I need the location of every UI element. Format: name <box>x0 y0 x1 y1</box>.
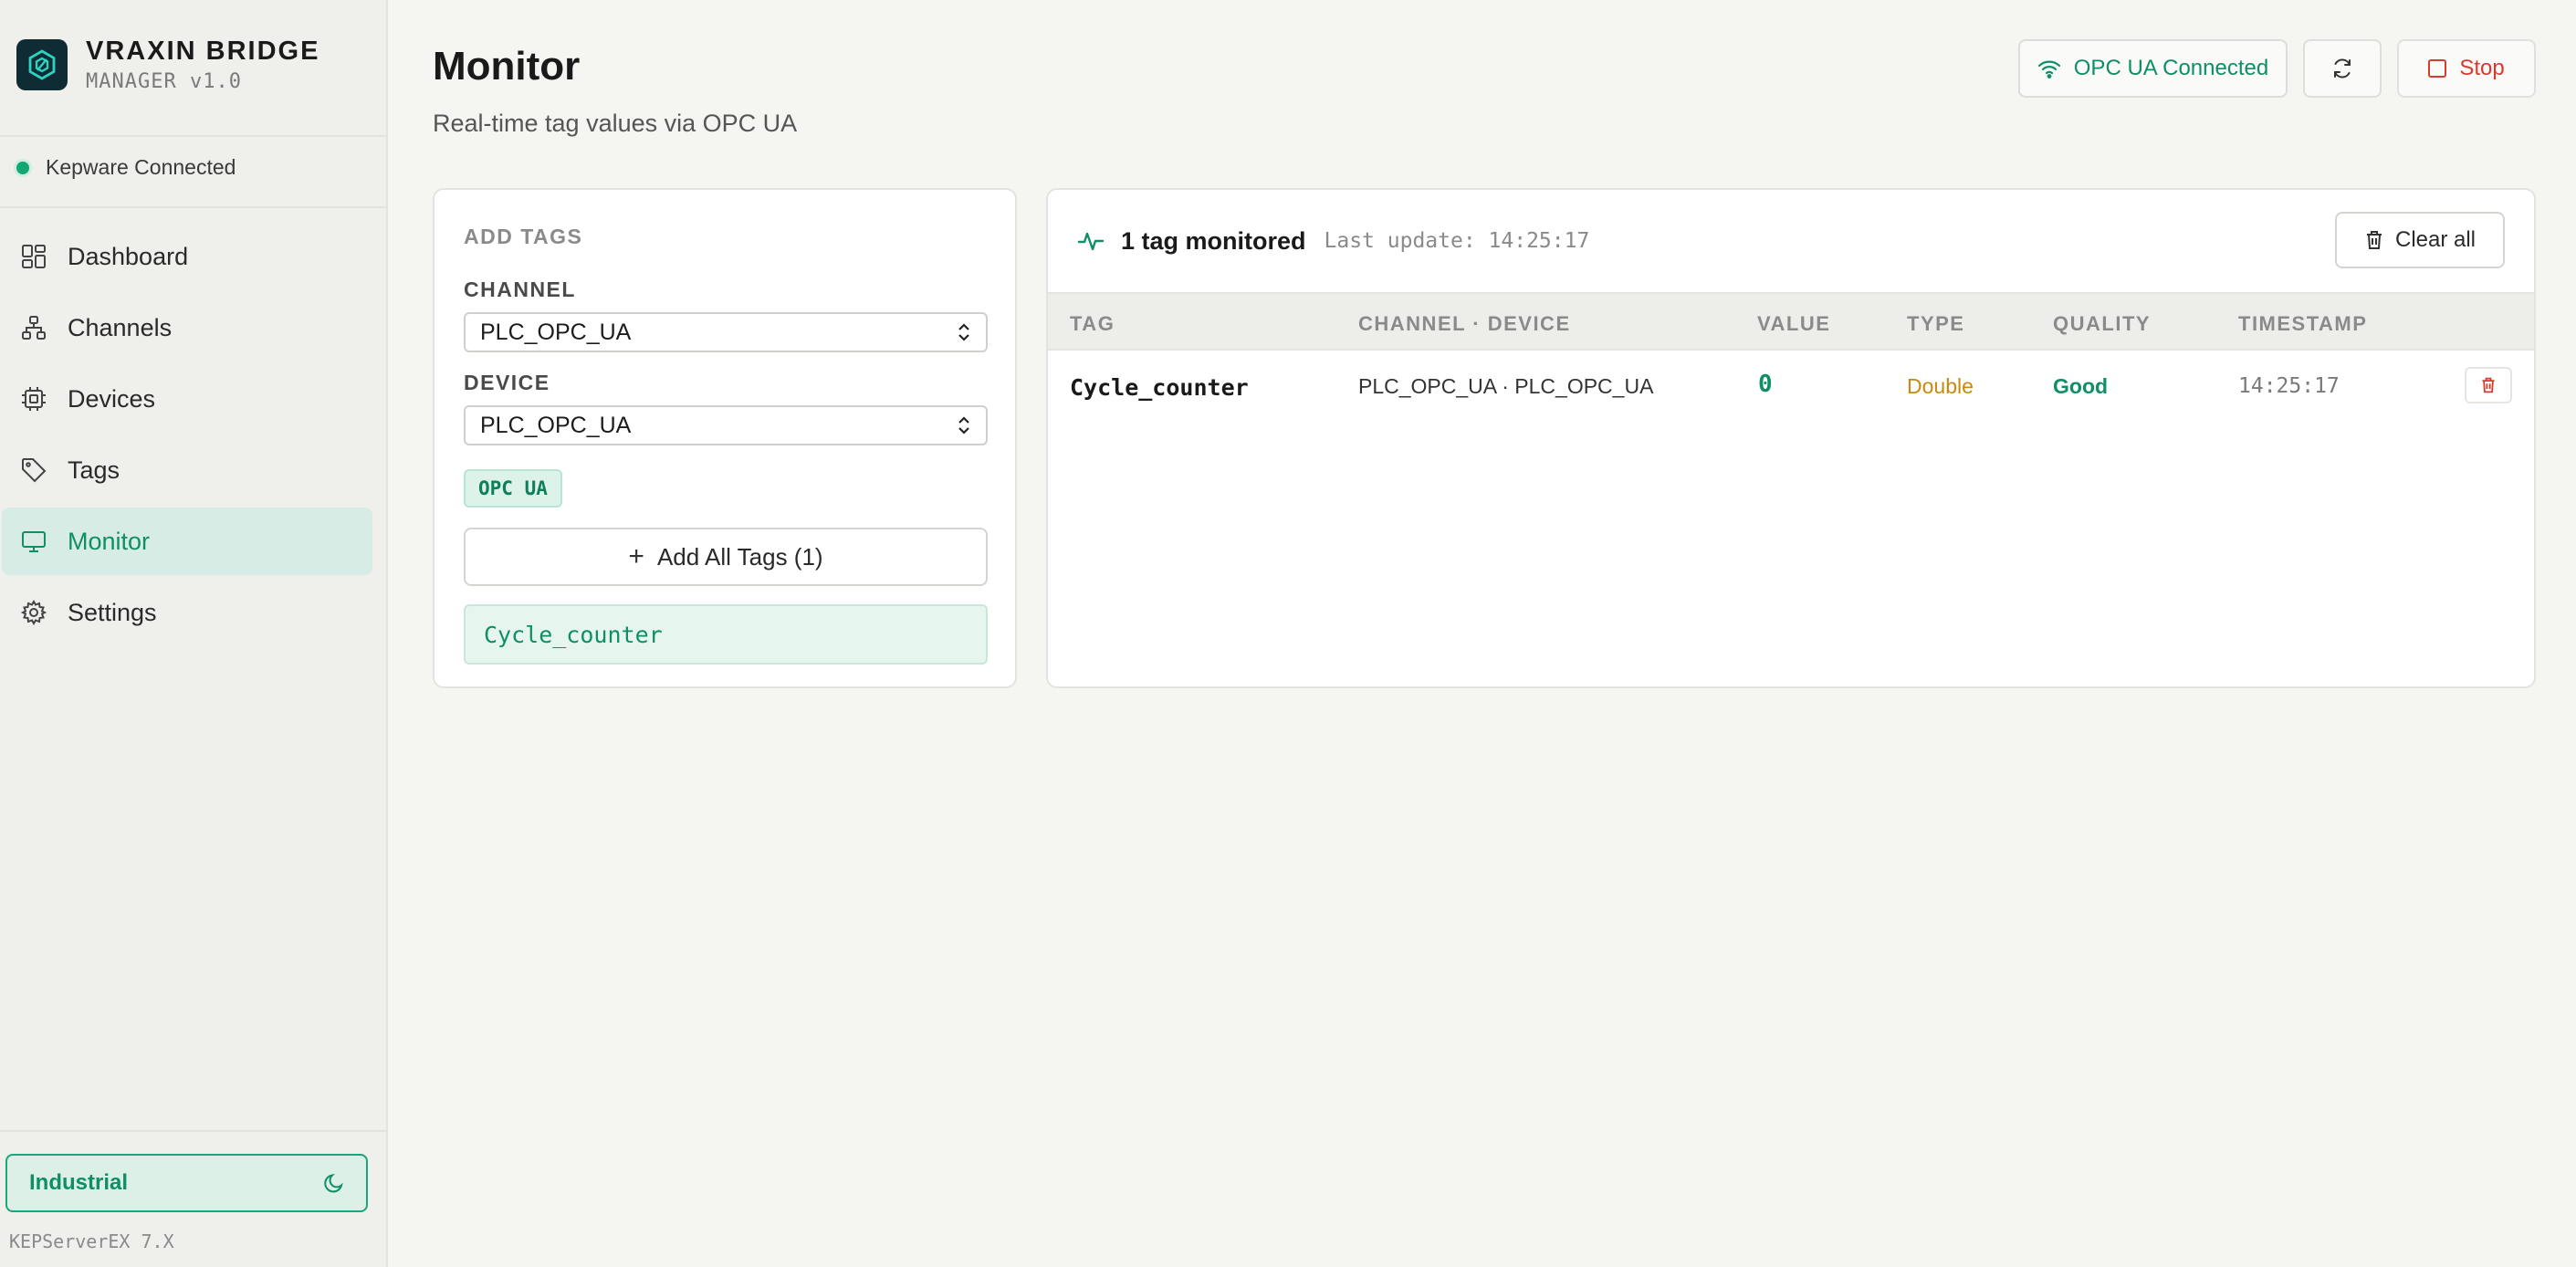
divider <box>0 135 388 137</box>
dashboard-icon <box>22 245 46 268</box>
sidebar-item-settings[interactable]: Settings <box>2 579 372 646</box>
column-header-type: TYPE <box>1907 312 1965 335</box>
add-all-tags-button[interactable]: + Add All Tags (1) <box>464 528 988 586</box>
clear-all-button[interactable]: Clear all <box>2335 212 2505 268</box>
network-icon <box>22 316 46 340</box>
sidebar-item-label: Monitor <box>68 527 151 555</box>
monitor-panel: 1 tag monitored Last update: 14:25:17 Cl… <box>1046 188 2536 688</box>
activity-icon <box>1077 232 1105 251</box>
cell-quality: Good <box>2053 374 2109 398</box>
server-version: KEPServerEX 7.X <box>9 1230 174 1252</box>
brand: VRAXIN BRIDGE MANAGER v1.0 <box>16 37 319 93</box>
sidebar-item-channels[interactable]: Channels <box>2 294 372 361</box>
sidebar-item-devices[interactable]: Devices <box>2 365 372 433</box>
add-all-tags-label: Add All Tags (1) <box>656 542 823 571</box>
column-header-channel-device: CHANNEL · DEVICE <box>1358 312 1571 335</box>
channel-label: CHANNEL <box>464 277 576 301</box>
remove-tag-button[interactable] <box>2465 367 2512 403</box>
theme-label: Industrial <box>29 1170 129 1195</box>
brand-title: VRAXIN BRIDGE <box>86 37 320 66</box>
add-tags-heading: ADD TAGS <box>464 225 583 248</box>
table-row: Cycle_counter PLC_OPC_UA · PLC_OPC_UA 0 … <box>1048 351 2534 424</box>
cell-tag: Cycle_counter <box>1070 374 1249 401</box>
divider <box>0 1130 388 1132</box>
connection-status-label: Kepware Connected <box>46 155 236 179</box>
wifi-icon <box>2037 60 2060 79</box>
device-label: DEVICE <box>464 371 550 394</box>
tag-icon <box>22 458 47 483</box>
select-arrows-icon <box>958 323 969 341</box>
monitor-icon <box>22 531 46 552</box>
sidebar-item-label: Settings <box>68 598 157 626</box>
moon-icon <box>324 1174 343 1193</box>
device-select[interactable]: PLC_OPC_UA <box>464 405 988 445</box>
sidebar-item-dashboard[interactable]: Dashboard <box>2 223 372 290</box>
channel-select-value: PLC_OPC_UA <box>480 319 632 345</box>
device-select-value: PLC_OPC_UA <box>480 412 632 438</box>
protocol-badge: OPC UA <box>464 469 562 508</box>
brand-subtitle: MANAGER v1.0 <box>86 70 242 93</box>
clear-all-label: Clear all <box>2394 227 2477 252</box>
divider <box>0 206 388 208</box>
trash-icon <box>2366 231 2382 249</box>
tag-list-item[interactable]: Cycle_counter <box>464 604 988 665</box>
monitor-header: 1 tag monitored Last update: 14:25:17 <box>1048 190 2534 292</box>
last-update: Last update: 14:25:17 <box>1324 229 1590 253</box>
toolbar: OPC UA Connected Stop <box>2018 39 2536 98</box>
sidebar-nav: Dashboard Channels Devices Tags Monitor … <box>2 223 372 650</box>
column-header-timestamp: TIMESTAMP <box>2238 312 2368 335</box>
column-header-tag: TAG <box>1070 312 1115 335</box>
cell-timestamp: 14:25:17 <box>2238 374 2340 398</box>
refresh-icon <box>2334 58 2351 79</box>
cell-type: Double <box>1907 374 1974 398</box>
chip-icon <box>22 387 46 411</box>
column-header-value: VALUE <box>1757 312 1831 335</box>
cell-channel-device: PLC_OPC_UA · PLC_OPC_UA <box>1358 374 1654 398</box>
trash-icon <box>2482 377 2495 393</box>
monitored-count: 1 tag monitored <box>1121 226 1306 255</box>
select-arrows-icon <box>958 416 969 435</box>
sidebar-item-tags[interactable]: Tags <box>2 436 372 504</box>
opc-connection-label: OPC UA Connected <box>2073 56 2269 80</box>
sidebar-item-label: Tags <box>68 455 120 484</box>
stop-label: Stop <box>2459 56 2505 80</box>
sidebar: VRAXIN BRIDGE MANAGER v1.0 Kepware Conne… <box>0 0 388 1267</box>
sidebar-item-monitor[interactable]: Monitor <box>2 508 372 575</box>
page-title: Monitor <box>433 44 581 89</box>
cell-value: 0 <box>1758 371 1773 398</box>
sidebar-item-label: Channels <box>68 313 173 341</box>
opc-connection-button[interactable]: OPC UA Connected <box>2018 39 2288 98</box>
theme-toggle-button[interactable]: Industrial <box>5 1154 368 1212</box>
gear-icon <box>20 599 47 626</box>
page-subtitle: Real-time tag values via OPC UA <box>433 110 798 137</box>
refresh-button[interactable] <box>2303 39 2382 98</box>
column-header-quality: QUALITY <box>2053 312 2152 335</box>
table-header: TAG CHANNEL · DEVICE VALUE TYPE QUALITY … <box>1048 292 2534 351</box>
stop-icon <box>2428 59 2447 78</box>
sidebar-item-label: Devices <box>68 384 156 413</box>
connection-status: Kepware Connected <box>16 155 236 180</box>
stop-button[interactable]: Stop <box>2397 39 2536 98</box>
add-tags-panel: ADD TAGS CHANNEL PLC_OPC_UA DEVICE PLC_O… <box>433 188 1017 688</box>
app-logo-icon <box>16 39 68 90</box>
sidebar-item-label: Dashboard <box>68 242 189 270</box>
plus-icon: + <box>628 541 644 571</box>
channel-select[interactable]: PLC_OPC_UA <box>464 312 988 352</box>
status-dot-icon <box>16 161 29 174</box>
